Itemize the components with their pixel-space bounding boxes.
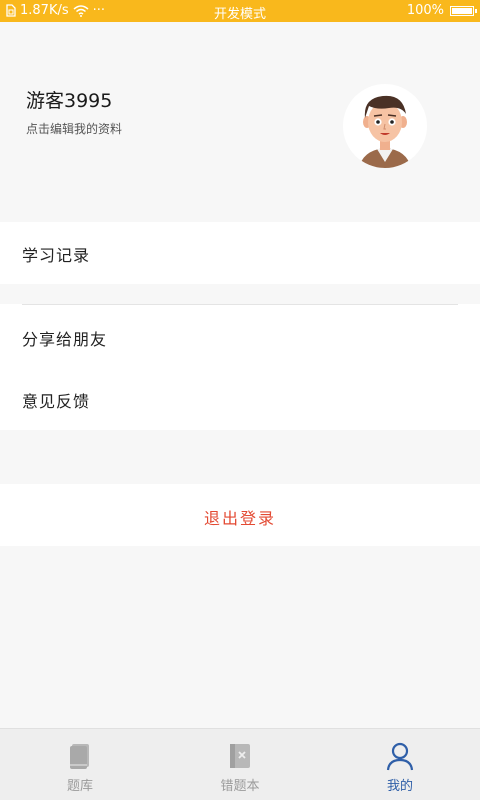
tab-question-bank-label: 题库 bbox=[66, 779, 93, 794]
tab-question-bank[interactable]: 题库 bbox=[0, 729, 160, 800]
logout-label: 退出登录 bbox=[203, 509, 276, 528]
wrong-book-icon bbox=[230, 744, 250, 768]
edit-profile-hint[interactable]: 点击编辑我的资料 bbox=[26, 120, 122, 137]
tab-wrong-questions-label: 错题本 bbox=[220, 779, 260, 794]
bottom-tab-bar: 题库 错题本 我的 bbox=[0, 728, 480, 800]
person-icon bbox=[386, 742, 414, 771]
tab-mine[interactable]: 我的 bbox=[320, 729, 480, 800]
menu-group-records: 学习记录 bbox=[0, 222, 480, 284]
menu-item-feedback[interactable]: 意见反馈 bbox=[0, 368, 480, 430]
study-record-label: 学习记录 bbox=[22, 246, 91, 265]
avatar[interactable] bbox=[343, 84, 427, 168]
username: 游客3995 bbox=[26, 90, 113, 112]
battery-percent: 100% bbox=[406, 3, 444, 18]
share-label: 分享给朋友 bbox=[22, 330, 108, 349]
menu-item-study-record[interactable]: 学习记录 bbox=[0, 222, 480, 284]
battery-icon bbox=[450, 5, 477, 16]
book-icon bbox=[70, 744, 89, 769]
feedback-label: 意见反馈 bbox=[22, 392, 91, 411]
profile-header[interactable]: 游客3995 点击编辑我的资料 bbox=[0, 22, 480, 222]
menu-item-share[interactable]: 分享给朋友 bbox=[0, 306, 480, 368]
avatar-illustration bbox=[359, 95, 411, 168]
menu-group-social: 分享给朋友 意见反馈 bbox=[0, 304, 480, 430]
divider bbox=[22, 304, 458, 305]
tab-wrong-questions[interactable]: 错题本 bbox=[160, 729, 320, 800]
logout-button[interactable]: 退出登录 bbox=[0, 484, 480, 546]
tab-mine-label: 我的 bbox=[386, 779, 413, 794]
status-right: 100% bbox=[406, 3, 477, 18]
status-bar: 1.87K/s ··· 开发模式 100% bbox=[0, 0, 480, 22]
